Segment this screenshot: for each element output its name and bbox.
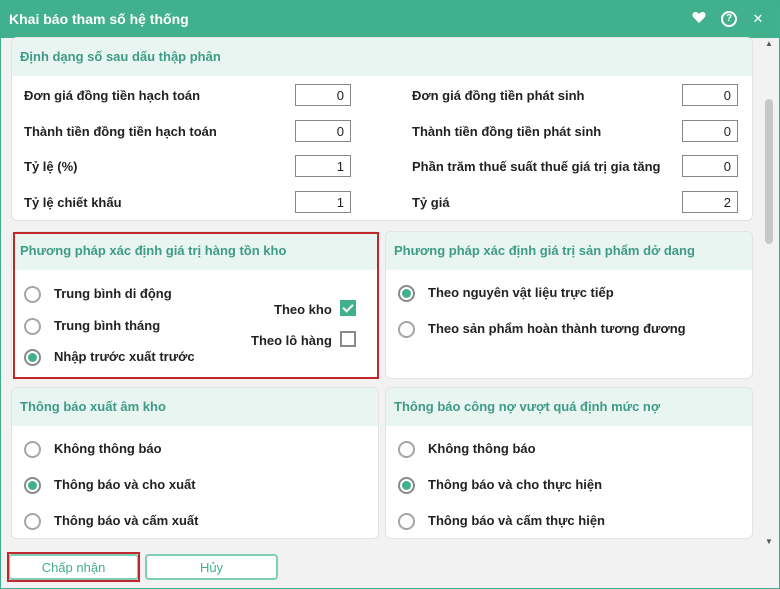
inventory-method-panel: Phương pháp xác định giá trị hàng tồn kh… [12, 232, 378, 378]
option-label: Trung bình di động [54, 286, 172, 301]
field-label: Phần trăm thuế suất thuế giá trị gia tăn… [412, 159, 661, 174]
heart-icon[interactable] [691, 11, 707, 27]
option-label: Thông báo và cho thực hiện [428, 477, 603, 492]
radio-fifo[interactable] [24, 349, 41, 366]
checkbox-by-warehouse[interactable] [340, 300, 356, 316]
radio-notify-block[interactable] [24, 513, 41, 530]
option-label: Không thông báo [428, 441, 536, 456]
radio-no-notice[interactable] [24, 441, 41, 458]
negative-stock-header: Thông báo xuất âm kho [12, 388, 378, 426]
field-label: Thành tiền đồng tiền phát sinh [412, 124, 602, 139]
amount-accounting-input[interactable] [295, 120, 351, 142]
radio-direct-materials[interactable] [398, 285, 415, 302]
debt-limit-header: Thông báo công nợ vượt quá định mức nợ [386, 388, 752, 426]
vat-rate-input[interactable] [682, 155, 738, 177]
discount-rate-input[interactable] [295, 191, 351, 213]
unit-price-accounting-input[interactable] [295, 84, 351, 106]
option-label: Nhập trước xuất trước [54, 349, 195, 364]
radio-monthly-average[interactable] [24, 318, 41, 335]
field-label: Thành tiền đồng tiền hạch toán [24, 124, 217, 139]
field-label: Đơn giá đồng tiền phát sinh [412, 88, 585, 103]
scroll-thumb[interactable] [765, 99, 773, 244]
option-label: Trung bình tháng [54, 318, 161, 333]
option-label: Thông báo và cấm xuất [54, 513, 199, 528]
scroll-up-icon[interactable]: ▲ [763, 39, 775, 49]
debt-limit-panel: Thông báo công nợ vượt quá định mức nợ K… [386, 388, 752, 538]
option-label: Thông báo và cho xuất [54, 477, 196, 492]
radio-equivalent-units[interactable] [398, 321, 415, 338]
option-label: Theo sản phẩm hoàn thành tương đương [428, 321, 686, 336]
radio-no-notice[interactable] [398, 441, 415, 458]
dialog-window: Khai báo tham số hệ thống ? ✕ Định dạng … [0, 0, 780, 589]
decimal-format-header: Định dạng số sau dấu thập phân [12, 38, 752, 76]
help-icon[interactable]: ? [721, 11, 737, 27]
wip-method-panel: Phương pháp xác định giá trị sản phẩm dở… [386, 232, 752, 378]
cancel-button[interactable]: Hủy [145, 554, 278, 580]
option-label: Theo nguyên vật liệu trực tiếp [428, 285, 614, 300]
radio-moving-average[interactable] [24, 286, 41, 303]
radio-notify-block[interactable] [398, 513, 415, 530]
exchange-rate-input[interactable] [682, 191, 738, 213]
vertical-scrollbar[interactable]: ▲ ▼ [763, 39, 775, 547]
field-label: Tỷ giá [412, 195, 450, 210]
title-bar: Khai báo tham số hệ thống ? ✕ [1, 1, 779, 38]
field-label: Tỷ lệ chiết khấu [24, 195, 122, 210]
decimal-format-panel: Định dạng số sau dấu thập phân Đơn giá đ… [12, 38, 752, 220]
option-label: Không thông báo [54, 441, 162, 456]
field-label: Tỷ lệ (%) [24, 159, 78, 174]
field-label: Đơn giá đồng tiền hạch toán [24, 88, 201, 103]
percent-input[interactable] [295, 155, 351, 177]
wip-method-header: Phương pháp xác định giá trị sản phẩm dở… [386, 232, 752, 270]
scroll-down-icon[interactable]: ▼ [763, 537, 775, 547]
dialog-title: Khai báo tham số hệ thống [9, 11, 189, 27]
negative-stock-panel: Thông báo xuất âm kho Không thông báo Th… [12, 388, 378, 538]
checkbox-by-lot[interactable] [340, 331, 356, 347]
check-label: Theo kho [274, 302, 332, 317]
accept-button[interactable]: Chấp nhận [8, 554, 139, 580]
dialog-content: Định dạng số sau dấu thập phân Đơn giá đ… [1, 38, 779, 550]
dialog-footer: Chấp nhận Hủy [1, 550, 779, 588]
radio-notify-allow[interactable] [24, 477, 41, 494]
inventory-method-header: Phương pháp xác định giá trị hàng tồn kh… [12, 232, 378, 270]
option-label: Thông báo và cấm thực hiện [428, 513, 605, 528]
close-icon[interactable]: ✕ [750, 11, 766, 27]
radio-notify-allow[interactable] [398, 477, 415, 494]
amount-transaction-input[interactable] [682, 120, 738, 142]
unit-price-transaction-input[interactable] [682, 84, 738, 106]
check-label: Theo lô hàng [251, 333, 332, 348]
